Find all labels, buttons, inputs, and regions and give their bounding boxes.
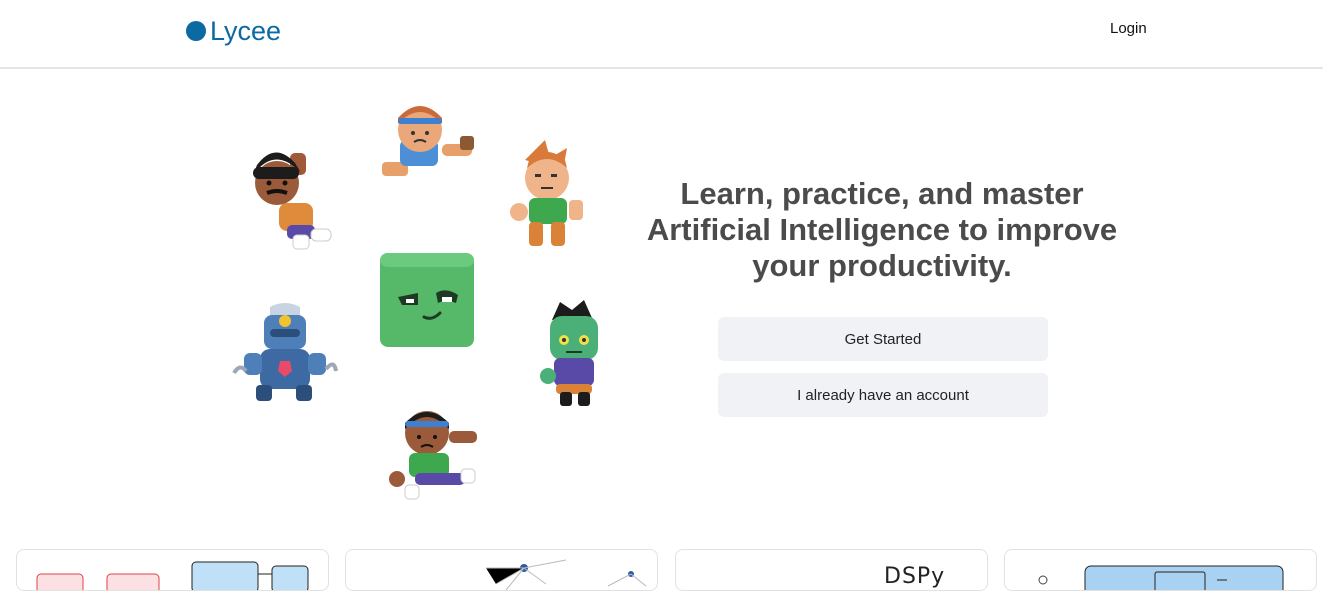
robot-character [232, 303, 338, 401]
boy-ginger-character [510, 140, 583, 246]
graph-card[interactable] [345, 549, 658, 591]
girl-headband-character [382, 106, 474, 176]
boy-curly-hair-character [253, 152, 332, 250]
top-navbar: Lycee Login [0, 0, 1323, 69]
brand-name: Lycee [210, 16, 282, 46]
existing-account-button[interactable]: I already have an account [718, 373, 1048, 417]
dspy-logo-text: DSPy [884, 564, 946, 589]
diagram-card[interactable] [16, 549, 329, 591]
zombie-character [540, 300, 598, 406]
diagram-thumbnail [36, 561, 309, 590]
ui-mockup-card[interactable] [1004, 549, 1317, 591]
hero-illustration [232, 106, 598, 500]
hero-title: Learn, practice, and master Artificial I… [646, 176, 1118, 283]
brand-logo[interactable]: Lycee [186, 16, 281, 46]
girl-green-shirt-character [389, 411, 477, 500]
green-square-mascot [380, 253, 474, 347]
logo-circle-icon [186, 21, 206, 41]
graph-thumbnail [486, 559, 647, 590]
login-link[interactable]: Login [1100, 18, 1157, 39]
ui-mockup-thumbnail [1038, 565, 1284, 590]
dspy-card[interactable]: DSPy [675, 549, 988, 591]
get-started-button[interactable]: Get Started [718, 317, 1048, 361]
